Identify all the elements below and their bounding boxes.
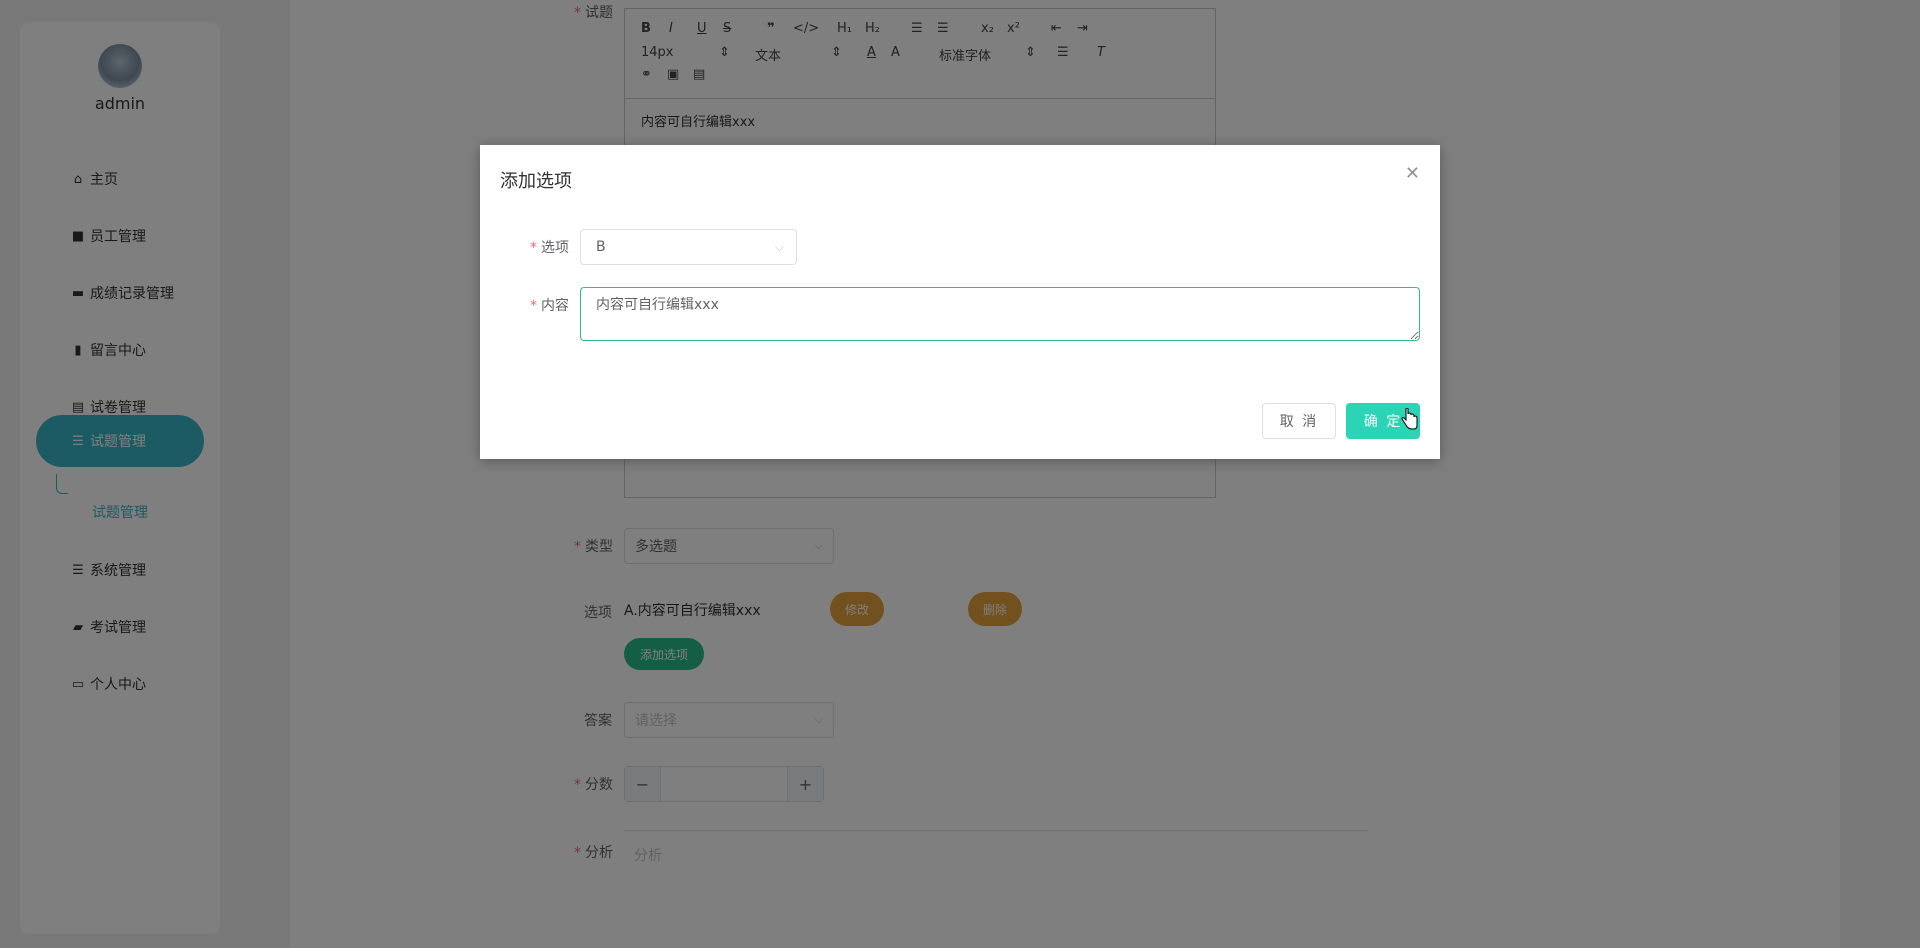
content-label: * 内容 xyxy=(530,298,569,314)
content-textarea[interactable]: 内容可自行编辑xxx xyxy=(580,287,1420,341)
close-icon[interactable]: ✕ xyxy=(1405,163,1420,184)
option-select[interactable]: B ⌵ xyxy=(580,229,797,265)
chevron-down-icon: ⌵ xyxy=(774,239,784,254)
dialog-title: 添加选项 xyxy=(500,171,572,192)
modal-overlay[interactable] xyxy=(0,0,1920,948)
option-value: B xyxy=(596,239,606,255)
option-label: * 选项 xyxy=(530,240,569,256)
cancel-button[interactable]: 取 消 xyxy=(1262,403,1336,439)
hand-cursor-icon xyxy=(1401,408,1418,430)
add-option-dialog: 添加选项 ✕ * 选项 B ⌵ * 内容 内容可自行编辑xxx 取 消 确 定 xyxy=(480,145,1440,459)
